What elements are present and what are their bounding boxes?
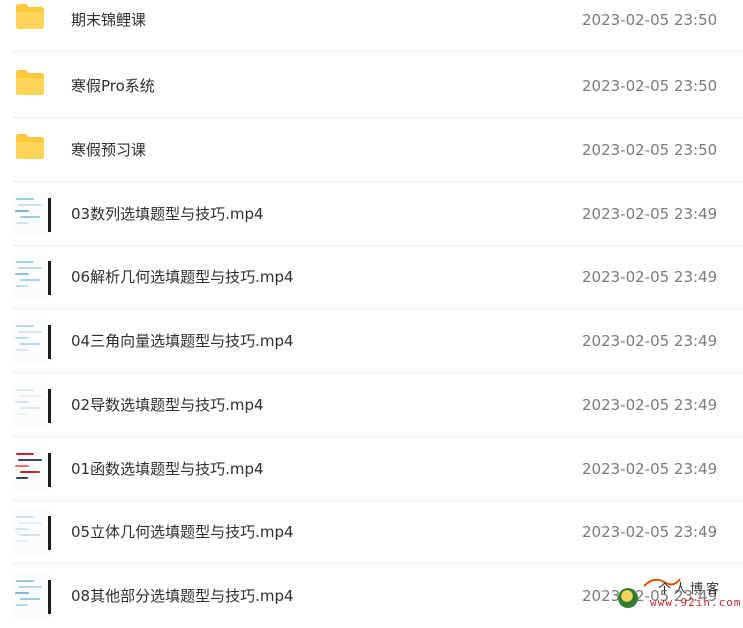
row-divider — [12, 51, 743, 52]
file-row[interactable]: 寒假Pro系统 2023-02-05 23:50 — [0, 54, 743, 118]
video-thumbnail-icon — [12, 574, 52, 618]
file-modified-date: 2023-02-05 23:50 — [582, 141, 718, 159]
file-row[interactable]: 期末锦鲤课 2023-02-05 23:50 — [0, 0, 743, 52]
folder-icon — [14, 132, 52, 168]
file-row[interactable]: 02导数选填题型与技巧.mp4 2023-02-05 23:49 — [0, 373, 743, 437]
file-row[interactable]: 06解析几何选填题型与技巧.mp4 2023-02-05 23:49 — [0, 245, 743, 309]
folder-icon — [14, 68, 52, 104]
file-name[interactable]: 期末锦鲤课 — [71, 10, 146, 30]
file-name[interactable]: 寒假预习课 — [71, 140, 146, 160]
file-name[interactable]: 06解析几何选填题型与技巧.mp4 — [71, 267, 294, 287]
folder-icon — [14, 2, 52, 38]
file-row[interactable]: 05立体几何选填题型与技巧.mp4 2023-02-05 23:49 — [0, 500, 743, 564]
file-name[interactable]: 寒假Pro系统 — [71, 76, 155, 96]
file-modified-date: 2023-02-05 23:50 — [582, 11, 718, 29]
video-thumbnail-icon — [12, 255, 52, 299]
file-row[interactable]: 04三角向量选填题型与技巧.mp4 2023-02-05 23:49 — [0, 309, 743, 373]
watermark-logo-icon — [618, 588, 638, 608]
file-modified-date: 2023-02-05 23:49 — [582, 396, 718, 414]
file-name[interactable]: 08其他部分选填题型与技巧.mp4 — [71, 586, 294, 606]
file-name[interactable]: 05立体几何选填题型与技巧.mp4 — [71, 522, 294, 542]
video-thumbnail-icon — [12, 510, 52, 554]
file-modified-date: 2023-02-05 23:50 — [582, 77, 718, 95]
file-name[interactable]: 03数列选填题型与技巧.mp4 — [71, 204, 264, 224]
file-modified-date: 2023-02-05 23:49 — [582, 523, 718, 541]
watermark-title: 个人博客 — [658, 582, 723, 597]
file-name[interactable]: 02导数选填题型与技巧.mp4 — [71, 395, 264, 415]
video-thumbnail-icon — [12, 192, 52, 236]
file-row[interactable]: 寒假预习课 2023-02-05 23:50 — [0, 118, 743, 182]
video-thumbnail-icon — [12, 383, 52, 427]
file-modified-date: 2023-02-05 23:49 — [582, 205, 718, 223]
blog-watermark: 个人博客 www.92in.com — [616, 574, 742, 614]
file-row[interactable]: 01函数选填题型与技巧.mp4 2023-02-05 23:49 — [0, 437, 743, 501]
file-name[interactable]: 01函数选填题型与技巧.mp4 — [71, 459, 264, 479]
video-thumbnail-icon — [12, 447, 52, 491]
watermark-url: www.92in.com — [650, 596, 742, 609]
file-name[interactable]: 04三角向量选填题型与技巧.mp4 — [71, 331, 294, 351]
file-row[interactable]: 03数列选填题型与技巧.mp4 2023-02-05 23:49 — [0, 182, 743, 246]
file-modified-date: 2023-02-05 23:49 — [582, 460, 718, 478]
video-thumbnail-icon — [12, 319, 52, 363]
file-modified-date: 2023-02-05 23:49 — [582, 268, 718, 286]
file-modified-date: 2023-02-05 23:49 — [582, 332, 718, 350]
